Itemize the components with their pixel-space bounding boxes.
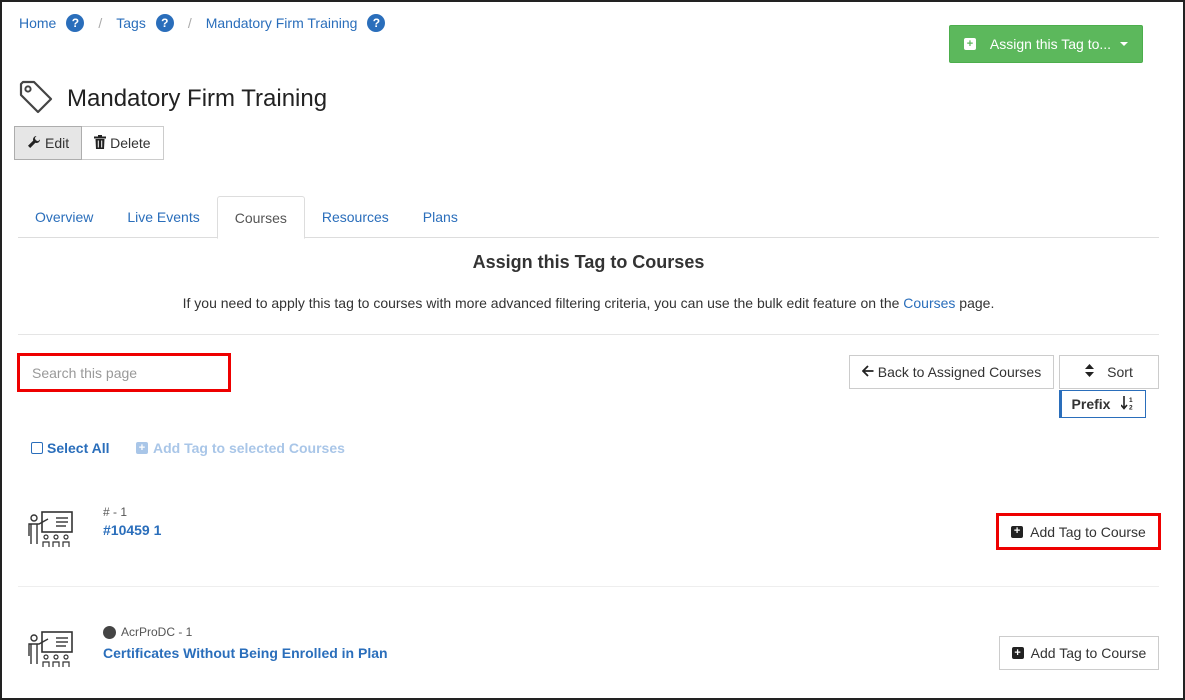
add-tag-to-course-label: Add Tag to Course xyxy=(1030,523,1146,540)
svg-text:1: 1 xyxy=(1129,397,1133,404)
arrow-left-icon xyxy=(861,364,874,380)
tab-resources[interactable]: Resources xyxy=(305,196,406,238)
sort-alpha-icon: 12 xyxy=(1120,395,1135,413)
question-circle-icon[interactable]: ? xyxy=(66,14,85,32)
edit-button[interactable]: Edit xyxy=(14,126,83,160)
add-tag-to-course-label: Add Tag to Course xyxy=(1030,645,1147,661)
breadcrumb-home[interactable]: Home xyxy=(19,15,56,31)
assign-tag-dropdown-button[interactable]: + Assign this Tag to... xyxy=(949,25,1143,63)
course-code: AcrProDC - 1 xyxy=(103,625,192,639)
course-title-link[interactable]: Certificates Without Being Enrolled in P… xyxy=(103,645,388,661)
search-input[interactable] xyxy=(32,364,228,381)
breadcrumb-current[interactable]: Mandatory Firm Training xyxy=(206,15,358,31)
svg-text:2: 2 xyxy=(1129,404,1133,410)
sort-icon xyxy=(1085,364,1095,380)
search-box xyxy=(17,353,231,392)
presentation-class-icon xyxy=(26,630,76,671)
wrench-icon xyxy=(27,135,41,152)
prefix-label: Prefix xyxy=(1071,396,1111,412)
delete-label: Delete xyxy=(110,135,151,151)
sort-label: Sort xyxy=(1107,364,1133,380)
section-title: Assign this Tag to Courses xyxy=(472,252,705,272)
back-to-assigned-courses-button[interactable]: Back to Assigned Courses xyxy=(849,355,1054,389)
select-all-checkbox[interactable]: Select All xyxy=(31,440,110,456)
divider xyxy=(18,586,1159,587)
tab-live-events[interactable]: Live Events xyxy=(110,196,216,238)
presentation-class-icon xyxy=(26,510,76,551)
title-actions: Edit Delete xyxy=(14,126,164,160)
prefix-sort-option[interactable]: Prefix 12 xyxy=(1059,390,1146,418)
add-tag-selected-button[interactable]: + Add Tag to selected Courses xyxy=(136,440,345,456)
plus-square-icon: + xyxy=(1011,647,1024,659)
trash-icon xyxy=(94,134,107,152)
add-selected-label: Add Tag to selected Courses xyxy=(153,440,345,456)
section-description: If you need to apply this tag to courses… xyxy=(18,295,1159,311)
course-title-link[interactable]: #10459 1 xyxy=(103,522,161,538)
list-item: # - 1 #10459 1 + Add Tag to Course xyxy=(18,500,1161,570)
course-code-text: # - 1 xyxy=(103,505,128,519)
plus-square-icon: + xyxy=(136,442,148,454)
course-code-text: AcrProDC - 1 xyxy=(121,625,193,639)
add-tag-to-course-button[interactable]: + Add Tag to Course xyxy=(996,513,1161,550)
sort-button[interactable]: Sort xyxy=(1059,355,1159,389)
breadcrumb-separator: / xyxy=(98,15,103,31)
add-tag-to-course-button[interactable]: + Add Tag to Course xyxy=(999,636,1159,670)
plus-square-icon: + xyxy=(1011,525,1024,538)
tag-icon xyxy=(17,78,55,119)
divider xyxy=(18,334,1159,335)
description-text: If you need to apply this tag to courses… xyxy=(182,295,904,311)
tab-plans[interactable]: Plans xyxy=(406,196,475,238)
tab-bar: Overview Live Events Courses Resources P… xyxy=(18,196,1159,239)
back-label: Back to Assigned Courses xyxy=(877,364,1042,380)
tab-overview[interactable]: Overview xyxy=(18,196,110,238)
list-item: AcrProDC - 1 Certificates Without Being … xyxy=(18,620,1159,680)
breadcrumb-tags[interactable]: Tags xyxy=(116,15,146,31)
delete-button[interactable]: Delete xyxy=(82,126,164,160)
plus-square-icon: + xyxy=(963,38,976,50)
description-text-end: page. xyxy=(955,295,995,311)
breadcrumb: Home ? / Tags ? / Mandatory Firm Trainin… xyxy=(19,14,386,32)
course-code: # - 1 xyxy=(103,505,127,519)
select-all-label: Select All xyxy=(47,440,110,456)
edit-label: Edit xyxy=(45,135,70,151)
tab-courses[interactable]: Courses xyxy=(216,196,305,239)
breadcrumb-separator: / xyxy=(187,15,192,31)
courses-link[interactable]: Courses xyxy=(903,295,955,311)
caret-down-icon xyxy=(1120,42,1129,46)
assign-tag-label: Assign this Tag to... xyxy=(989,36,1112,52)
question-circle-icon[interactable]: ? xyxy=(367,14,386,32)
page-header: Mandatory Firm Training xyxy=(17,78,327,119)
square-checkbox-icon xyxy=(31,442,43,454)
page-title: Mandatory Firm Training xyxy=(67,84,328,112)
status-dot-icon xyxy=(103,625,116,639)
question-circle-icon[interactable]: ? xyxy=(155,14,174,32)
